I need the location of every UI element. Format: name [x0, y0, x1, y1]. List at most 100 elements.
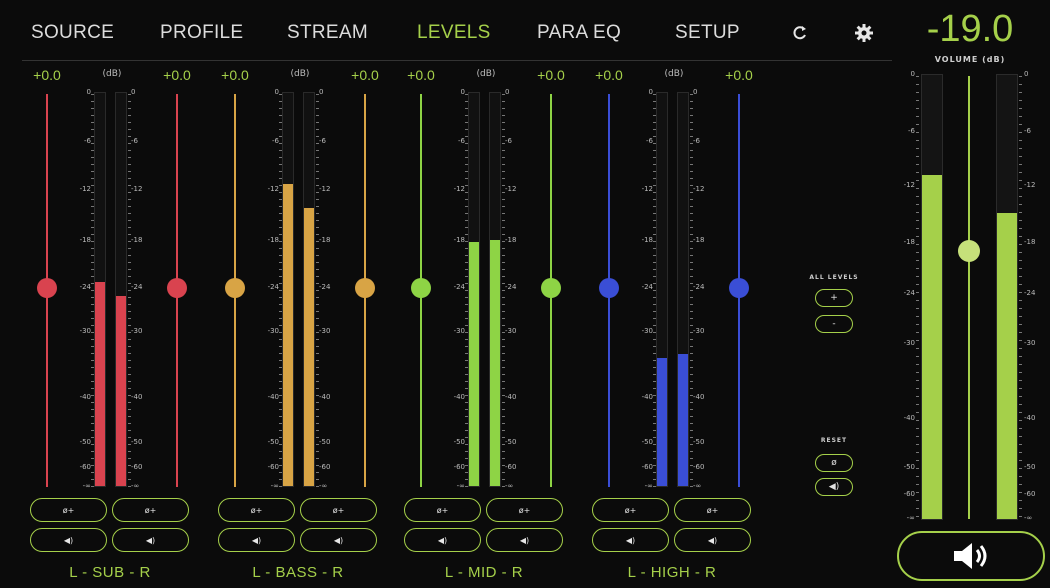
left-gain-value: +0.0: [33, 67, 61, 83]
meter-tick: [465, 164, 468, 165]
meter-tick: [502, 220, 505, 221]
reset-phase-button[interactable]: ø: [815, 454, 853, 472]
meter-tick: [128, 458, 131, 459]
meter-tick: [502, 465, 505, 466]
scale-label-right: 0: [693, 88, 698, 96]
scale-label-right: -12: [693, 185, 705, 193]
scale-label-right: -6: [505, 137, 512, 145]
refresh-icon[interactable]: [789, 22, 811, 44]
tab-source[interactable]: SOURCE: [31, 22, 114, 44]
scale-label-right: -30: [693, 327, 705, 335]
right-mute-button[interactable]: ◀): [300, 528, 377, 552]
meter-tick: [316, 402, 319, 403]
meter-tick: [690, 325, 693, 326]
meter-tick: [690, 255, 693, 256]
volume-fader-track[interactable]: [968, 76, 970, 519]
volume-scale-label-left: -18: [903, 238, 915, 246]
meter-tick: [502, 325, 505, 326]
meter-tick: [279, 325, 282, 326]
scale-label-left: -60: [453, 463, 465, 471]
right-mute-button[interactable]: ◀): [674, 528, 751, 552]
scale-label-right: -60: [505, 463, 517, 471]
right-fader-knob[interactable]: [355, 278, 375, 298]
left-fader-knob[interactable]: [37, 278, 57, 298]
right-phase-button[interactable]: ø+: [674, 498, 751, 522]
meter-tick: [653, 213, 656, 214]
left-phase-button[interactable]: ø+: [30, 498, 107, 522]
meter-tick: [465, 199, 468, 200]
meter-tick: [128, 199, 131, 200]
scale-label-left: -18: [641, 236, 653, 244]
meter-tick: [502, 94, 505, 95]
meter-tick: [316, 276, 319, 277]
left-fader-knob[interactable]: [599, 278, 619, 298]
meter-tick: [690, 423, 693, 424]
meter-tick: [91, 381, 94, 382]
meter-tick: [128, 283, 131, 284]
volume-tick: [1019, 340, 1022, 341]
meter-tick: [465, 213, 468, 214]
right-mute-button[interactable]: ◀): [112, 528, 189, 552]
meter-tick: [690, 346, 693, 347]
meter-tick: [653, 479, 656, 480]
left-mute-button[interactable]: ◀): [592, 528, 669, 552]
volume-tick: [1019, 380, 1022, 381]
tab-setup[interactable]: SETUP: [675, 22, 740, 44]
right-fader-knob[interactable]: [167, 278, 187, 298]
right-phase-button[interactable]: ø+: [486, 498, 563, 522]
right-phase-button[interactable]: ø+: [300, 498, 377, 522]
master-mute-button[interactable]: [897, 531, 1045, 581]
volume-fader-knob[interactable]: [958, 239, 980, 262]
right-gain-value: +0.0: [351, 67, 379, 83]
meter-tick: [465, 423, 468, 424]
meter-tick: [279, 276, 282, 277]
right-fader-knob[interactable]: [729, 278, 749, 298]
meter-tick: [465, 276, 468, 277]
meter-tick: [502, 241, 505, 242]
right-fader-knob[interactable]: [541, 278, 561, 298]
left-mute-button[interactable]: ◀): [404, 528, 481, 552]
tab-profile[interactable]: PROFILE: [160, 22, 243, 44]
meter-tick: [465, 437, 468, 438]
right-phase-button[interactable]: ø+: [112, 498, 189, 522]
gear-icon[interactable]: [853, 22, 875, 44]
left-fader-knob[interactable]: [225, 278, 245, 298]
meter-tick: [653, 94, 656, 95]
meter-tick: [128, 136, 131, 137]
meter-tick: [91, 185, 94, 186]
meter-tick: [690, 360, 693, 361]
reset-mute-button[interactable]: ◀): [815, 478, 853, 496]
group-label: L - HIGH - R: [627, 564, 717, 581]
meter-tick: [91, 395, 94, 396]
left-mute-button[interactable]: ◀): [218, 528, 295, 552]
left-fader-knob[interactable]: [411, 278, 431, 298]
left-phase-button[interactable]: ø+: [404, 498, 481, 522]
scale-label-left: -12: [267, 185, 279, 193]
meter-tick: [465, 360, 468, 361]
right-mute-button[interactable]: ◀): [486, 528, 563, 552]
all-levels-plus-button[interactable]: +: [815, 289, 853, 307]
meter-tick: [91, 192, 94, 193]
meter-tick: [91, 164, 94, 165]
meter-tick: [128, 206, 131, 207]
left-phase-button[interactable]: ø+: [218, 498, 295, 522]
left-phase-button[interactable]: ø+: [592, 498, 669, 522]
meter-tick: [502, 479, 505, 480]
speaker-icon: [954, 543, 987, 569]
tab-levels[interactable]: LEVELS: [417, 22, 491, 44]
volume-tick: [916, 316, 919, 317]
meter-tick: [91, 423, 94, 424]
right-gain-value: +0.0: [725, 67, 753, 83]
db-unit-label: (dB): [476, 69, 496, 79]
meter-tick: [128, 157, 131, 158]
meter-tick: [653, 458, 656, 459]
tab-stream[interactable]: STREAM: [287, 22, 368, 44]
tab-para-eq[interactable]: PARA EQ: [537, 22, 621, 44]
volume-tick: [916, 100, 919, 101]
meter-tick: [316, 115, 319, 116]
meter-tick: [316, 409, 319, 410]
meter-tick: [502, 430, 505, 431]
left-mute-button[interactable]: ◀): [30, 528, 107, 552]
meter-tick: [502, 269, 505, 270]
all-levels-minus-button[interactable]: -: [815, 315, 853, 333]
